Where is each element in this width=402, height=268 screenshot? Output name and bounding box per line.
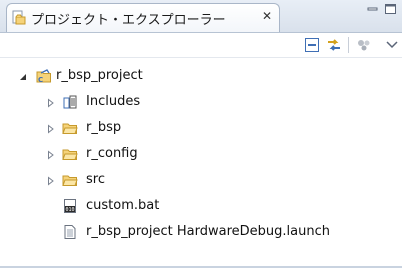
tree-item-label: r_bsp_project HardwareDebug.launch: [86, 224, 330, 239]
tree-item-label: src: [86, 172, 105, 187]
project-explorer-tab[interactable]: プロジェクト・エクスプローラー ✕: [6, 3, 280, 32]
minimize-icon[interactable]: [366, 2, 380, 16]
tree-item-label: Includes: [86, 94, 141, 109]
collapsed-arrow-icon[interactable]: [46, 123, 56, 134]
collapsed-arrow-icon[interactable]: [46, 97, 56, 108]
includes-icon: [62, 94, 78, 110]
view-tab-bar: プロジェクト・エクスプローラー ✕: [0, 0, 402, 33]
tree-item-label: r_bsp_project: [56, 68, 143, 83]
project-tree: C r_bsp_project Includes r_bsp r_config …: [0, 60, 402, 260]
link-with-editor-icon[interactable]: [326, 37, 342, 53]
view-menu-filter-icon[interactable]: [356, 37, 372, 53]
close-icon[interactable]: ✕: [262, 10, 274, 22]
project-explorer-icon: [12, 10, 28, 26]
collapsed-arrow-icon[interactable]: [46, 149, 56, 160]
expanded-arrow-icon[interactable]: [18, 71, 28, 81]
svg-text:010: 010: [66, 207, 75, 213]
tree-item-label: custom.bat: [86, 198, 160, 213]
tree-item-src[interactable]: src: [0, 169, 380, 191]
toolbar-separator: [348, 37, 349, 53]
launch-file-icon: [62, 224, 78, 240]
tree-item-includes[interactable]: Includes: [0, 91, 380, 113]
view-menu-chevron-icon[interactable]: [384, 37, 400, 53]
tree-item-launch-file[interactable]: r_bsp_project HardwareDebug.launch: [0, 221, 380, 243]
tree-item-custom-bat[interactable]: 010 custom.bat: [0, 195, 380, 217]
tree-item-label: r_config: [86, 146, 138, 161]
tree-item-label: r_bsp: [86, 120, 122, 135]
source-folder-icon: [62, 172, 78, 188]
c-project-folder-icon: C: [36, 68, 52, 84]
batch-file-icon: 010: [62, 198, 78, 214]
project-explorer-view: プロジェクト・エクスプローラー ✕ C r_bsp_project Includ…: [0, 0, 402, 268]
maximize-icon[interactable]: [384, 2, 398, 16]
svg-text:C: C: [38, 76, 43, 84]
source-folder-icon: [62, 120, 78, 136]
tree-item-r-bsp-project[interactable]: C r_bsp_project: [0, 65, 380, 87]
tab-title: プロジェクト・エクスプローラー: [31, 13, 226, 28]
collapse-all-icon[interactable]: [304, 37, 320, 53]
view-toolbar: [0, 33, 402, 58]
tree-item-r-config[interactable]: r_config: [0, 143, 380, 165]
collapsed-arrow-icon[interactable]: [46, 175, 56, 186]
tree-item-r-bsp[interactable]: r_bsp: [0, 117, 380, 139]
source-folder-icon: [62, 146, 78, 162]
